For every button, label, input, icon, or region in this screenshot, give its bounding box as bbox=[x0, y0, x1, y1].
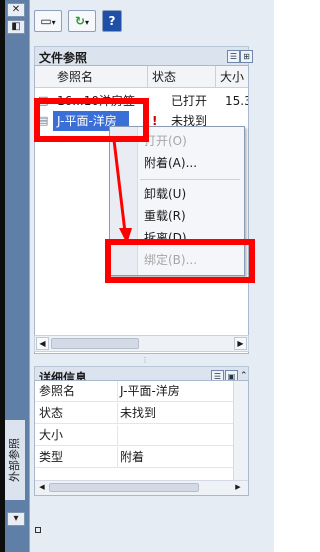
annotation-arrow bbox=[112, 139, 132, 244]
